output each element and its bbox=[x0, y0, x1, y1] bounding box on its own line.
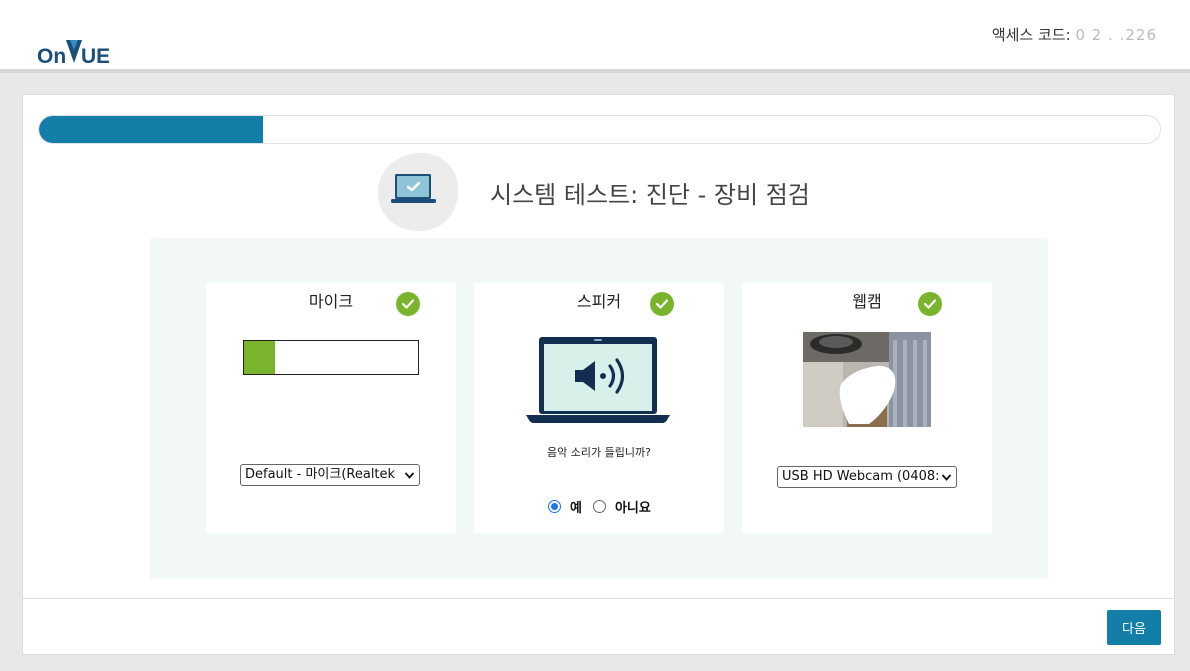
speaker-no-label[interactable]: 아니요 bbox=[615, 497, 651, 516]
access-code: 액세스 코드: 0 2 . .226 bbox=[992, 24, 1157, 45]
laptop-check-icon bbox=[376, 150, 460, 234]
chevron-down-icon bbox=[941, 470, 952, 487]
speaker-question: 음악 소리가 들립니까? bbox=[547, 446, 651, 459]
chevron-down-icon bbox=[404, 468, 415, 485]
check-icon bbox=[918, 292, 942, 316]
speaker-yes-label[interactable]: 예 bbox=[570, 497, 582, 516]
access-code-value: 0 2 . .226 bbox=[1075, 26, 1157, 44]
speaker-no-radio[interactable] bbox=[592, 500, 606, 513]
speaker-title: 스피커 bbox=[576, 292, 622, 311]
mic-level-meter bbox=[243, 340, 419, 375]
laptop-speaker-icon bbox=[526, 335, 670, 429]
speaker-yes-radio[interactable] bbox=[548, 500, 561, 513]
top-bar: On UE 액세스 코드: 0 2 . .226 bbox=[0, 0, 1190, 73]
page-header: 시스템 테스트: 진단 - 장비 점검 bbox=[376, 150, 810, 234]
webcam-select-value: USB HD Webcam (0408: bbox=[782, 469, 940, 484]
next-button[interactable]: 다음 bbox=[1107, 610, 1161, 645]
check-icon bbox=[396, 292, 420, 316]
progress-bar bbox=[38, 115, 1161, 144]
mic-level-fill bbox=[244, 341, 276, 374]
svg-text:On: On bbox=[37, 45, 66, 66]
webcam-title: 웹캠 bbox=[852, 292, 882, 311]
progress-bar-fill bbox=[39, 116, 264, 143]
page-title: 시스템 테스트: 진단 - 장비 점검 bbox=[490, 180, 810, 209]
access-code-label: 액세스 코드: bbox=[991, 26, 1071, 44]
webcam-select[interactable]: USB HD Webcam (0408: bbox=[777, 466, 957, 488]
mic-select-value: Default - 마이크(Realtek bbox=[245, 467, 396, 482]
onvue-logo: On UE bbox=[37, 34, 109, 66]
speaker-card: 스피커 음악 소리가 들립니까? 예 아니요 bbox=[474, 283, 724, 533]
check-icon bbox=[650, 292, 674, 316]
speaker-radio-group: 예 아니요 bbox=[548, 497, 662, 516]
main-card: 시스템 테스트: 진단 - 장비 점검 마이크 Default - 마이크(Re… bbox=[22, 94, 1175, 655]
webcam-preview bbox=[803, 332, 931, 427]
mic-card: 마이크 Default - 마이크(Realtek bbox=[206, 283, 456, 533]
mic-select[interactable]: Default - 마이크(Realtek bbox=[240, 464, 420, 486]
footer-divider bbox=[23, 598, 1174, 599]
webcam-card: 웹캠 USB HD Webcam (0408: bbox=[742, 283, 992, 533]
svg-text:UE: UE bbox=[81, 45, 109, 66]
device-check-panel: 마이크 Default - 마이크(Realtek 스피커 음악 소리가 들립니… bbox=[150, 238, 1048, 579]
